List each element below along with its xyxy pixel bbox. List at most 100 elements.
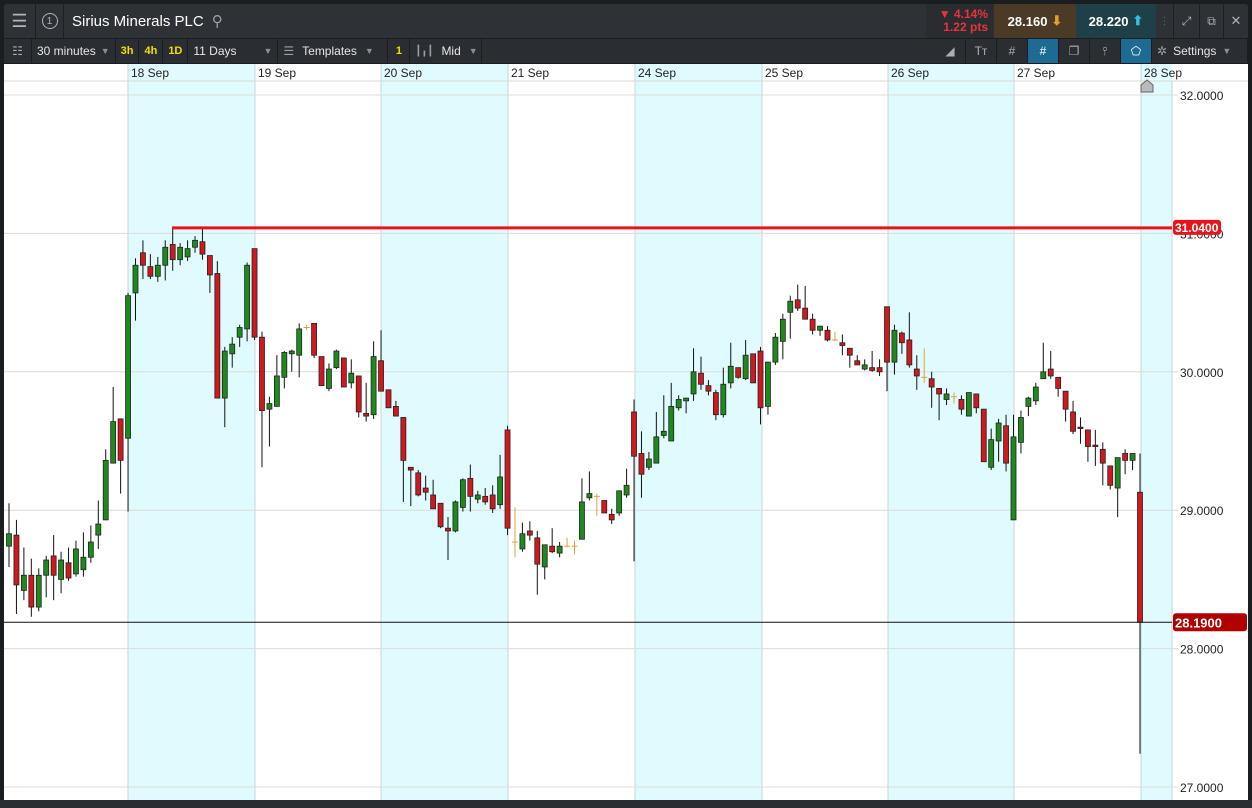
candle-body — [504, 429, 511, 529]
candle-body — [683, 397, 690, 402]
candle-body — [459, 479, 466, 508]
candle-body — [80, 556, 87, 571]
candle-body — [281, 352, 288, 378]
drag-handle-icon[interactable]: ⋮ — [1156, 4, 1174, 38]
candle-body — [102, 459, 109, 521]
quick-3h[interactable]: 3h — [116, 39, 140, 63]
candle-body — [318, 356, 325, 387]
candle-body — [1010, 436, 1017, 521]
link-badge[interactable]: 1 — [36, 4, 64, 38]
candle-body — [794, 299, 801, 309]
day-band — [128, 64, 255, 800]
candle-body — [1122, 453, 1129, 461]
price-type-value: Mid — [441, 44, 461, 58]
candle-body — [497, 476, 503, 506]
candle-body — [817, 325, 823, 331]
candle-body — [207, 255, 213, 276]
list-icon[interactable]: ☷ — [4, 39, 32, 63]
candle-body — [489, 494, 496, 510]
candle-body — [6, 533, 12, 547]
close-icon[interactable]: ✕ — [1224, 4, 1248, 38]
day-band — [1141, 64, 1172, 800]
interval-select[interactable]: 30 minutes ▼ — [32, 39, 116, 63]
date-label: 19 Sep — [258, 66, 296, 80]
candle-body — [140, 252, 146, 266]
candle-body — [980, 408, 987, 463]
candle-body — [653, 436, 660, 464]
candle-body — [1070, 411, 1076, 432]
candle-body — [1129, 453, 1136, 461]
interval-value: 30 minutes — [37, 44, 96, 58]
day-band — [381, 64, 508, 800]
search-icon[interactable]: ⚲ — [212, 12, 223, 30]
candle-body — [482, 495, 489, 503]
instrument-title[interactable]: Sirius Minerals PLC — [72, 13, 204, 30]
price-chart[interactable]: 18 Sep 19 Sep 20 Sep 21 Sep 24 Sep 25 Sep 26 S… — [4, 64, 1248, 800]
candle-body — [1055, 376, 1062, 389]
candle-body — [273, 375, 280, 407]
sell-price: 28.160 — [1007, 13, 1048, 29]
candle-body — [787, 300, 794, 313]
sell-button[interactable]: 28.160 ⬇ — [994, 4, 1076, 38]
price-label-icon[interactable]: ⬠ — [1121, 39, 1152, 63]
buy-button[interactable]: 28.220 ⬆ — [1076, 4, 1156, 38]
current-price-label: 28.1900 — [1175, 615, 1222, 630]
candle-body — [646, 458, 652, 468]
candle-body — [348, 372, 355, 384]
candle-body — [988, 439, 995, 468]
candle-body — [132, 264, 139, 294]
date-label: 24 Sep — [638, 66, 676, 80]
grid-icon[interactable]: # — [997, 39, 1028, 63]
chart-count[interactable]: 1 — [388, 39, 411, 63]
candle-body — [519, 533, 526, 550]
candle-body — [370, 356, 377, 416]
candle-body — [884, 306, 890, 363]
quick-1d[interactable]: 1D — [163, 39, 189, 63]
candle-body — [288, 350, 295, 355]
price-tick-label: 29.0000 — [1180, 504, 1224, 518]
arrow-up-icon: ⬆ — [1132, 13, 1144, 28]
text-tool-icon[interactable]: Tт — [966, 39, 997, 63]
expand-icon[interactable]: ⤢ — [1174, 4, 1200, 38]
candle-body — [437, 502, 444, 528]
candle-body — [765, 361, 771, 407]
candles-icon: ┃╻┃ — [415, 45, 434, 57]
candle-body — [660, 430, 667, 436]
candle-body — [690, 371, 697, 395]
popout-icon[interactable]: ⧉ — [1200, 4, 1224, 38]
candle-body — [846, 347, 853, 356]
gear-icon: ✲ — [1157, 44, 1168, 58]
candle-body — [326, 368, 332, 389]
candle-body — [943, 393, 950, 400]
candle-body — [549, 545, 556, 553]
candle-body — [35, 574, 42, 608]
candle-body — [608, 513, 615, 521]
candle-body — [675, 399, 682, 409]
menu-icon[interactable]: ☰ — [4, 4, 36, 38]
crosshair-grid-icon[interactable]: # — [1028, 39, 1059, 63]
chart-toolbar: ☷ 30 minutes ▼ 3h 4h 1D 11 Days ▼ ☰ Templat… — [4, 39, 1248, 63]
range-select[interactable]: 11 Days ▼ — [188, 39, 279, 63]
sliders-icon: ☰ — [283, 44, 295, 58]
date-label: 26 Sep — [891, 66, 929, 80]
candle-body — [876, 367, 883, 373]
candle-body — [1047, 368, 1054, 377]
drawing-tool-icon[interactable]: ◢ — [935, 39, 966, 63]
indicator-icon[interactable]: ⫯ — [1090, 39, 1121, 63]
quick-4h[interactable]: 4h — [139, 39, 164, 63]
candle-body — [1032, 386, 1039, 402]
price-type-select[interactable]: ┃╻┃ Mid ▼ — [410, 39, 483, 63]
candle-body — [73, 548, 79, 575]
candle-body — [58, 559, 64, 580]
candlestick-chart[interactable]: 18 Sep 19 Sep 20 Sep 21 Sep 24 Sep 25 Sep 26 S… — [4, 64, 1248, 800]
candle-body — [474, 494, 481, 500]
candle-body — [20, 574, 27, 591]
candle-body — [229, 343, 236, 355]
candle-body — [698, 372, 704, 385]
candle-body — [1077, 426, 1084, 429]
candle-body — [184, 248, 191, 258]
templates-select[interactable]: ☰ Templates ▼ — [278, 39, 389, 63]
layers-icon[interactable]: ❐ — [1059, 39, 1090, 63]
settings-button[interactable]: ✲ Settings ▼ — [1152, 39, 1248, 63]
candle-body — [65, 562, 72, 579]
